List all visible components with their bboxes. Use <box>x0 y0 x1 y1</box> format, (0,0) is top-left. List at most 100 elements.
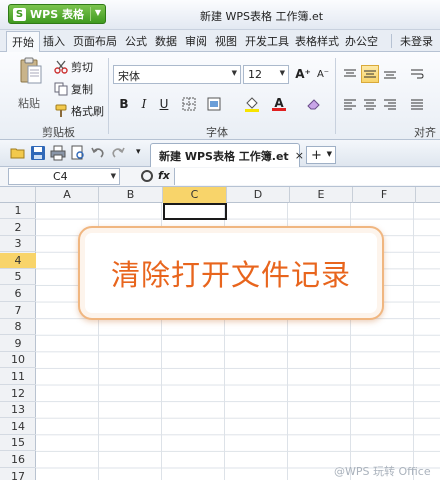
cut-label: 剪切 <box>71 61 93 74</box>
wrap-text-button[interactable] <box>408 65 426 83</box>
align-right-icon <box>384 99 396 110</box>
title-bar: S WPS 表格 ▼ 新建 WPS表格 工作簿.et <box>0 0 440 30</box>
row-header[interactable]: 8 <box>0 319 36 336</box>
column-header[interactable]: D <box>227 187 290 203</box>
justify-button[interactable] <box>408 95 426 113</box>
column-header[interactable]: E <box>290 187 353 203</box>
row-header[interactable]: 1 <box>0 203 36 219</box>
row-header[interactable]: 16 <box>0 452 36 468</box>
open-folder-icon[interactable] <box>10 145 26 161</box>
column-header[interactable]: A <box>36 187 99 203</box>
close-icon[interactable]: × <box>295 149 304 162</box>
row-header[interactable]: 6 <box>0 286 36 302</box>
document-tab[interactable]: 新建 WPS表格 工作簿.et × <box>150 143 304 167</box>
align-right-button[interactable] <box>381 95 399 113</box>
format-painter-icon <box>55 104 67 117</box>
redo-icon[interactable] <box>110 145 126 161</box>
print-preview-icon[interactable] <box>70 145 86 161</box>
shrink-font-button[interactable]: A⁻ <box>314 65 332 83</box>
row-header[interactable]: 13 <box>0 402 36 419</box>
search-icon[interactable] <box>141 170 153 182</box>
row-header-bar: 1 2 3 4 5 6 7 8 9 10 11 12 13 14 15 16 1… <box>0 203 36 480</box>
tab-home[interactable]: 开始 <box>6 31 40 53</box>
underline-button[interactable]: U <box>155 95 173 113</box>
tab-office-space[interactable]: 办公空 <box>345 33 378 49</box>
chevron-down-icon: ▼ <box>231 69 237 77</box>
row-header[interactable]: 10 <box>0 352 36 369</box>
clear-format-button[interactable] <box>305 95 323 113</box>
tab-data[interactable]: 数据 <box>155 33 177 49</box>
row-header[interactable]: 7 <box>0 303 36 319</box>
align-middle-button[interactable] <box>361 65 379 83</box>
customize-toolbar-icon[interactable]: ▾ <box>136 147 141 157</box>
align-bottom-icon <box>384 71 396 79</box>
paint-bucket-icon <box>245 97 259 112</box>
bold-button[interactable]: B <box>115 95 133 113</box>
italic-button[interactable]: I <box>135 95 153 113</box>
watermark: @WPS 玩转 Office <box>334 465 431 478</box>
new-tab-button[interactable]: + ▼ <box>306 146 336 164</box>
borders-button[interactable] <box>180 95 198 113</box>
app-menu-button[interactable]: S WPS 表格 ▼ <box>8 4 106 24</box>
window-title: 新建 WPS表格 工作簿.et <box>200 10 324 23</box>
merge-cells-icon <box>207 97 221 111</box>
copy-label: 复制 <box>71 83 93 96</box>
tab-insert[interactable]: 插入 <box>43 33 65 49</box>
tab-view[interactable]: 视图 <box>215 33 237 49</box>
chevron-down-icon[interactable]: ▼ <box>95 8 101 17</box>
formula-input[interactable] <box>174 168 440 185</box>
alignment-group-label: 对齐 <box>414 126 436 139</box>
row-header[interactable]: 9 <box>0 336 36 352</box>
tab-table-style[interactable]: 表格样式 <box>295 33 339 49</box>
save-icon[interactable] <box>30 145 46 161</box>
font-color-button[interactable]: A <box>270 95 288 113</box>
row-header[interactable]: 12 <box>0 386 36 402</box>
row-header[interactable]: 4 <box>0 252 36 269</box>
print-icon[interactable] <box>50 145 66 161</box>
grow-font-button[interactable]: A⁺ <box>294 65 312 83</box>
active-cell[interactable] <box>163 203 227 220</box>
row-header[interactable]: 11 <box>0 369 36 385</box>
justify-icon <box>411 99 423 110</box>
cut-button[interactable]: 剪切 <box>54 58 93 76</box>
plus-icon: + <box>311 147 322 163</box>
copy-button[interactable]: 复制 <box>54 80 93 98</box>
login-status[interactable]: 未登录 <box>400 33 433 49</box>
callout-banner: 清除打开文件记录 <box>78 226 384 320</box>
cell-reference: C4 <box>53 170 68 183</box>
format-painter-button[interactable]: 格式刷 <box>54 102 104 120</box>
insert-function-button[interactable]: fx <box>158 169 170 182</box>
row-header[interactable]: 14 <box>0 419 36 435</box>
align-top-button[interactable] <box>341 65 359 83</box>
align-left-button[interactable] <box>341 95 359 113</box>
tab-page-layout[interactable]: 页面布局 <box>73 33 117 49</box>
font-name-select[interactable]: 宋体 ▼ <box>113 65 241 84</box>
paste-button[interactable]: 粘贴 <box>14 57 48 115</box>
format-painter-label: 格式刷 <box>71 105 104 118</box>
merge-cells-button[interactable] <box>205 95 223 113</box>
row-header[interactable]: 17 <box>0 469 36 480</box>
column-header[interactable]: C <box>163 187 227 203</box>
callout-text: 清除打开文件记录 <box>110 258 351 292</box>
fill-color-button[interactable] <box>243 95 261 113</box>
select-all-corner[interactable] <box>0 187 36 203</box>
document-tab-title: 新建 WPS表格 工作簿.et <box>159 149 289 163</box>
row-header[interactable]: 5 <box>0 269 36 286</box>
align-center-button[interactable] <box>361 95 379 113</box>
column-header[interactable]: B <box>99 187 163 203</box>
tab-review[interactable]: 审阅 <box>185 33 207 49</box>
align-bottom-button[interactable] <box>381 65 399 83</box>
tab-formulas[interactable]: 公式 <box>125 33 147 49</box>
column-header-bar: A B C D E F <box>0 187 440 203</box>
align-top-icon <box>344 69 356 77</box>
font-size-select[interactable]: 12 ▼ <box>243 65 289 84</box>
column-header[interactable]: F <box>353 187 416 203</box>
row-header[interactable]: 3 <box>0 236 36 253</box>
undo-icon[interactable] <box>90 145 106 161</box>
scissors-icon <box>54 60 68 74</box>
tab-developer[interactable]: 开发工具 <box>245 33 289 49</box>
name-box[interactable]: C4 ▼ <box>8 168 120 185</box>
row-header[interactable]: 2 <box>0 220 36 236</box>
font-color-icon: A <box>274 95 284 110</box>
row-header[interactable]: 15 <box>0 435 36 452</box>
